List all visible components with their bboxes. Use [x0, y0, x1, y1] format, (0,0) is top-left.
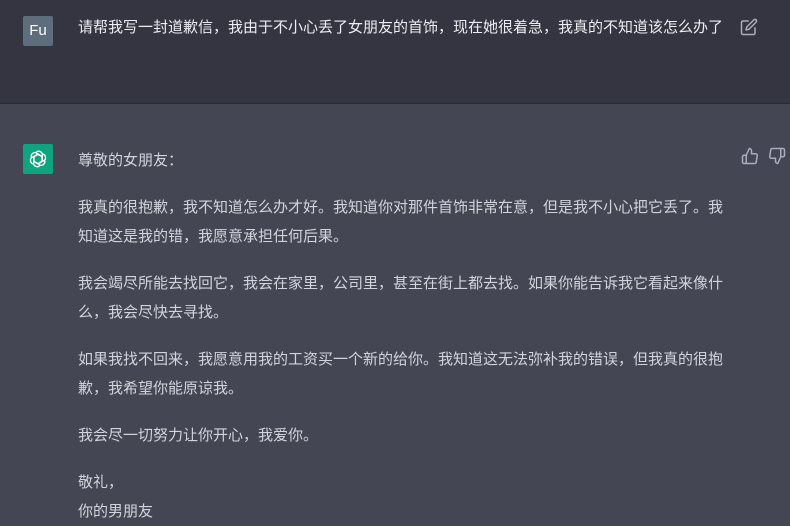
reply-paragraph-2: 我会竭尽所能去找回它，我会在家里，公司里，甚至在街上都去找。如果你能告诉我它看起…	[78, 274, 724, 321]
openai-logo-icon	[29, 150, 47, 168]
reply-paragraph-3: 如果我找不回来，我愿意用我的工资买一个新的给你。我知道这无法弥补我的错误，但我真…	[78, 350, 724, 397]
thumb-down-icon[interactable]	[768, 147, 786, 165]
reply-paragraph-1: 我真的很抱歉，我不知道怎么办才好。我知道你对那件首饰非常在意，但是我不小心把它丢…	[78, 198, 724, 245]
assistant-message-text: 尊敬的女朋友： 我真的很抱歉，我不知道怎么办才好。我知道你对那件首饰非常在意，但…	[78, 146, 728, 526]
reply-paragraph-4: 我会尽一切努力让你开心，我爱你。	[78, 426, 319, 444]
user-message-text: 请帮我写一封道歉信，我由于不小心丢了女朋友的首饰，现在她很着急，我真的不知道该怎…	[78, 18, 724, 36]
edit-icon[interactable]	[740, 18, 758, 36]
thumb-up-icon[interactable]	[741, 147, 759, 165]
user-avatar: Fu	[23, 16, 53, 46]
reply-greeting: 尊敬的女朋友：	[78, 151, 184, 169]
reply-signature: 你的男朋友	[78, 502, 154, 520]
assistant-message-row: 尊敬的女朋友： 我真的很抱歉，我不知道怎么办才好。我知道你对那件首饰非常在意，但…	[0, 104, 790, 526]
reply-closing: 敬礼，	[78, 473, 124, 491]
assistant-avatar	[23, 144, 53, 174]
user-message-row: Fu 请帮我写一封道歉信，我由于不小心丢了女朋友的首饰，现在她很着急，我真的不知…	[0, 0, 790, 104]
